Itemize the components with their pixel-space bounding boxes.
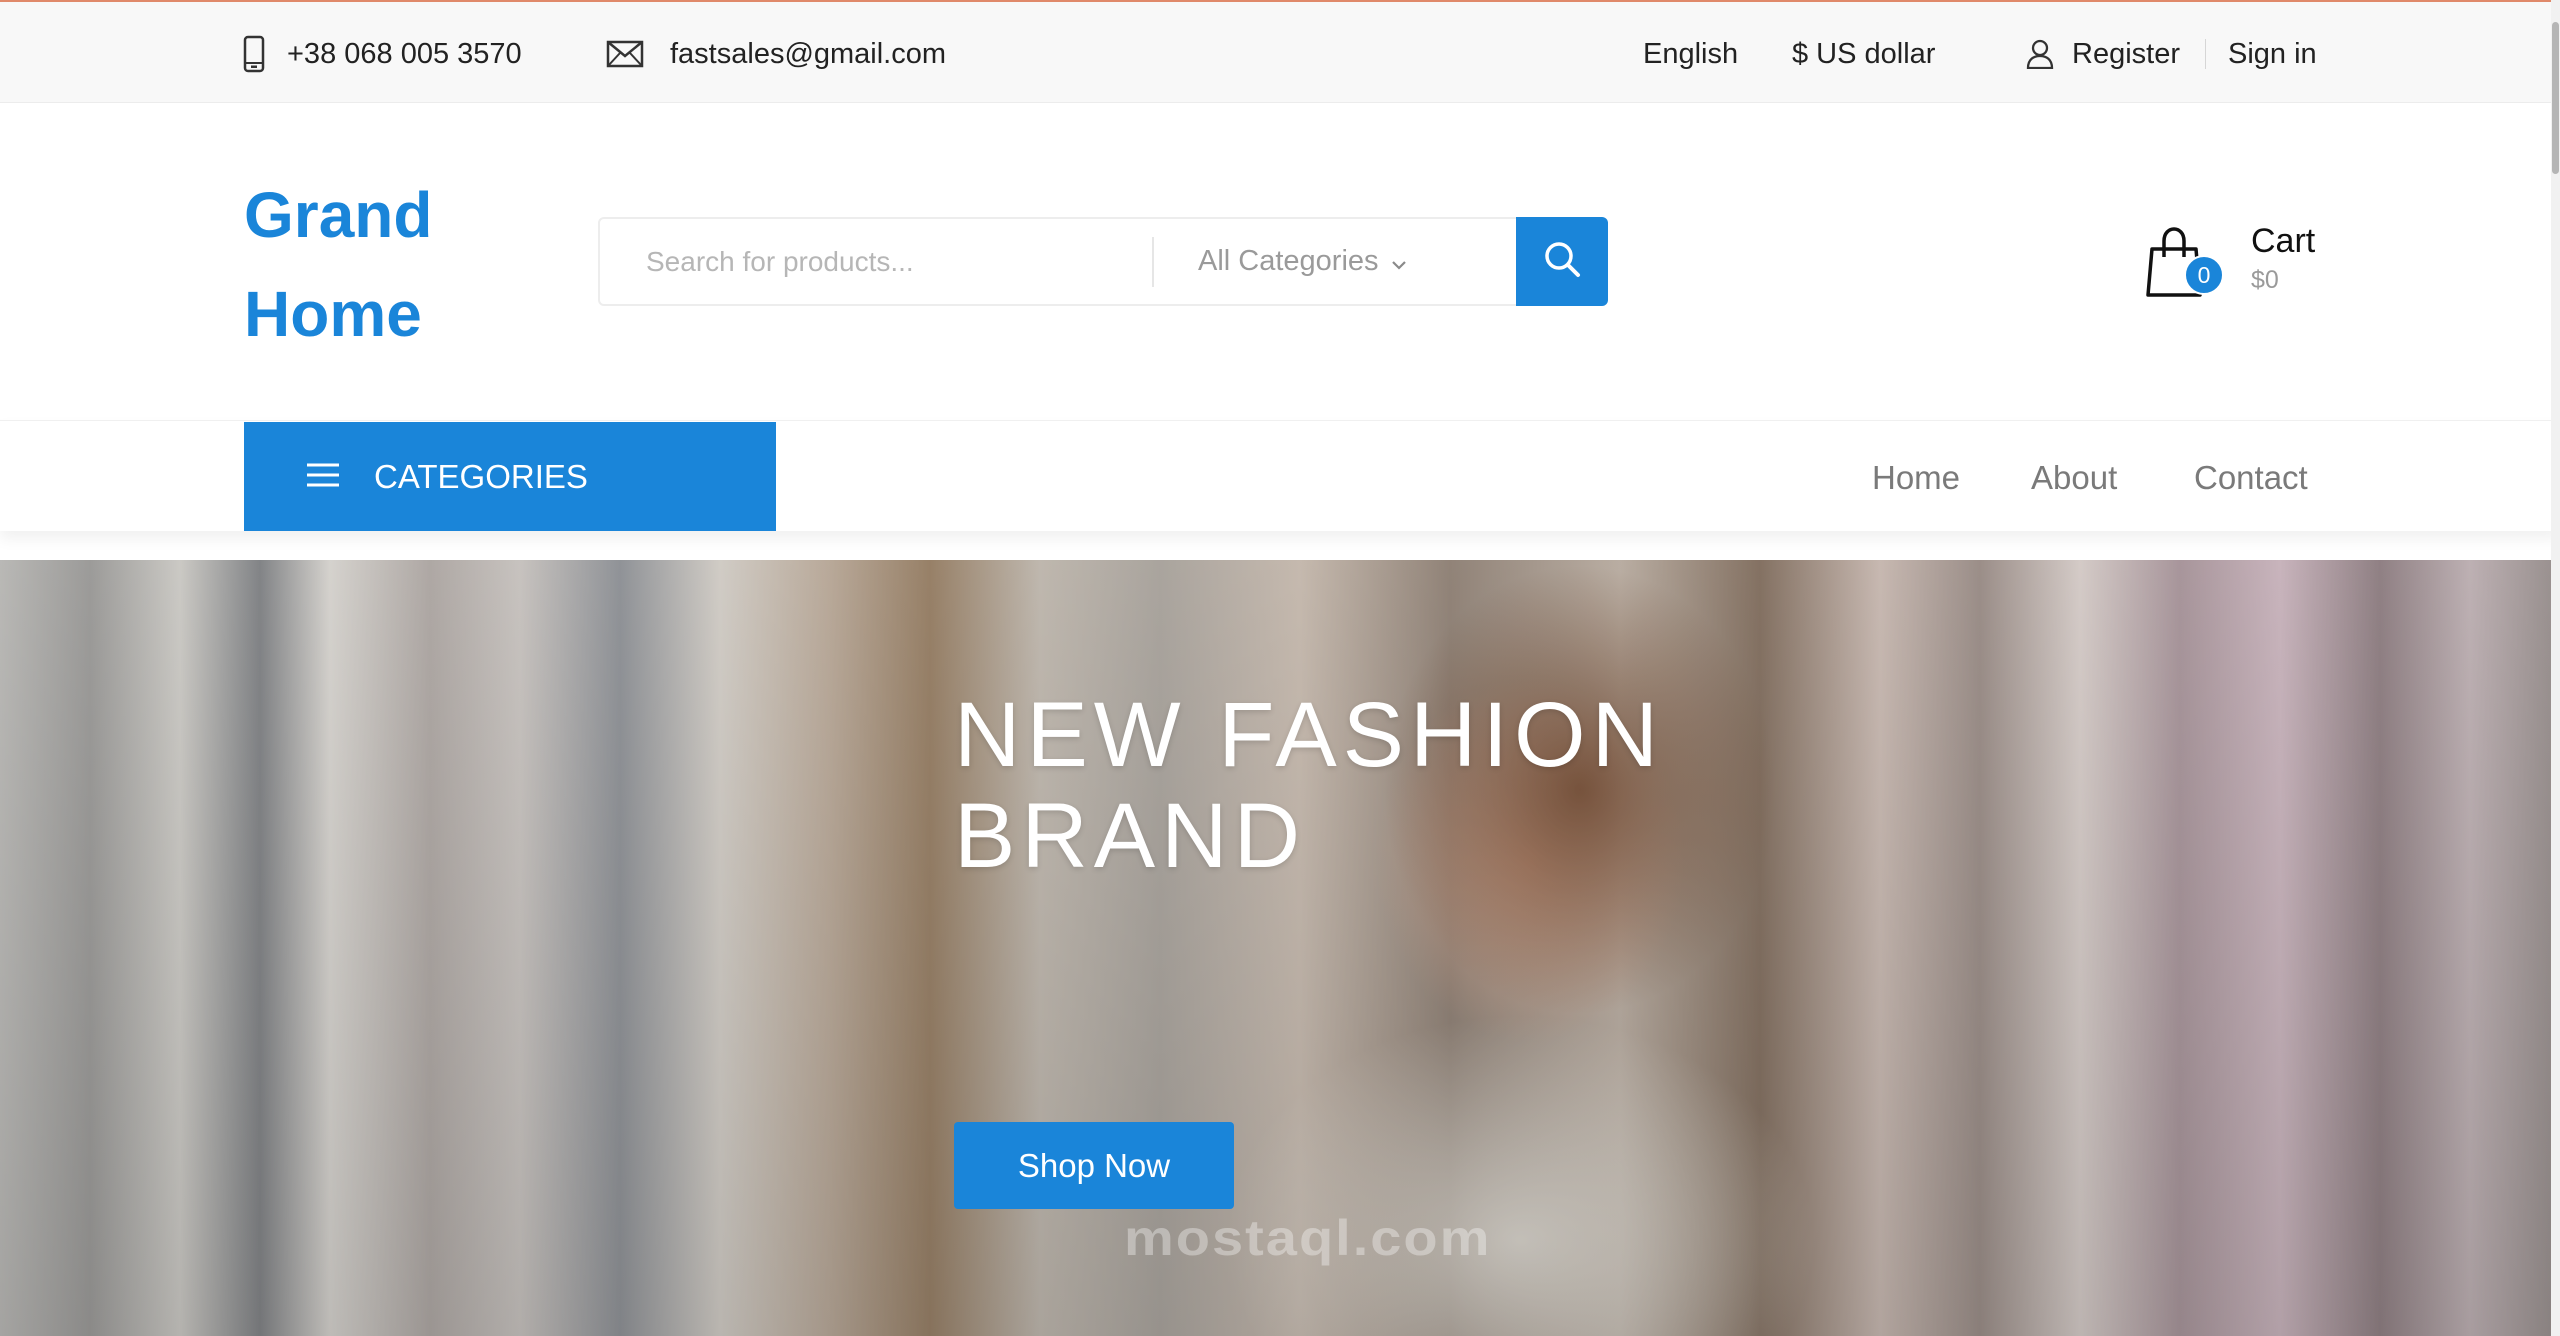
- top-bar: +38 068 005 3570 fastsales@gmail.com Eng…: [0, 0, 2560, 103]
- scrollbar-thumb[interactable]: [2552, 22, 2559, 174]
- shop-now-button[interactable]: Shop Now: [954, 1122, 1234, 1209]
- scrollbar-track[interactable]: [2551, 0, 2560, 1336]
- watermark: mostaql.com: [1124, 1209, 1492, 1266]
- cart-label: Cart: [2251, 222, 2316, 260]
- nav-contact[interactable]: Contact: [2194, 459, 2308, 497]
- topbar-divider: [2205, 39, 2206, 69]
- language-selector[interactable]: English: [1643, 34, 1738, 74]
- category-dropdown[interactable]: All Categories: [1198, 219, 1407, 304]
- categories-button[interactable]: CATEGORIES: [244, 422, 776, 531]
- cart-total: $0: [2251, 266, 2279, 294]
- search-bar: All Categories: [598, 217, 1608, 306]
- hero-title-line-1: NEW FASHION: [954, 684, 1665, 786]
- nav-about[interactable]: About: [2031, 459, 2117, 497]
- language-label: English: [1643, 37, 1739, 70]
- email-address: fastsales@gmail.com: [670, 37, 947, 70]
- phone-number: +38 068 005 3570: [287, 37, 522, 70]
- search-divider: [1152, 237, 1154, 287]
- nav-home[interactable]: Home: [1872, 459, 1960, 497]
- hero-banner: NEW FASHION BRAND Shop Now mostaql.com: [0, 560, 2560, 1336]
- category-dropdown-label: All Categories: [1198, 245, 1379, 277]
- site-logo[interactable]: Grand Home: [244, 166, 432, 364]
- currency-label: $ US dollar: [1792, 37, 1936, 70]
- categories-label: CATEGORIES: [374, 457, 588, 495]
- main-nav: CATEGORIES Home About Contact: [0, 420, 2560, 531]
- search-button[interactable]: [1516, 217, 1608, 306]
- search-input[interactable]: [600, 219, 1150, 304]
- sign-in-link[interactable]: Sign in: [2228, 34, 2317, 74]
- search-icon: [1542, 239, 1582, 284]
- contact-email[interactable]: fastsales@gmail.com: [606, 34, 946, 74]
- mail-icon: [606, 40, 670, 68]
- register-link[interactable]: Register: [2026, 34, 2180, 74]
- phone-icon: [243, 35, 287, 73]
- page: +38 068 005 3570 fastsales@gmail.com Eng…: [0, 0, 2560, 1336]
- logo-line-2: Home: [244, 278, 422, 350]
- contact-phone[interactable]: +38 068 005 3570: [243, 34, 522, 74]
- register-label: Register: [2072, 37, 2180, 70]
- hero-title-line-2: BRAND: [954, 785, 1307, 887]
- hamburger-icon: [244, 458, 374, 496]
- cart-count-badge: 0: [2184, 255, 2224, 295]
- cart-widget[interactable]: 0 Cart $0: [2146, 222, 2326, 312]
- chevron-down-icon: [1379, 245, 1407, 278]
- logo-line-1: Grand: [244, 179, 433, 251]
- user-icon: [2026, 39, 2072, 69]
- sign-in-label: Sign in: [2228, 37, 2317, 70]
- hero-title: NEW FASHION BRAND: [954, 685, 1854, 887]
- currency-selector[interactable]: $ US dollar: [1792, 34, 1935, 74]
